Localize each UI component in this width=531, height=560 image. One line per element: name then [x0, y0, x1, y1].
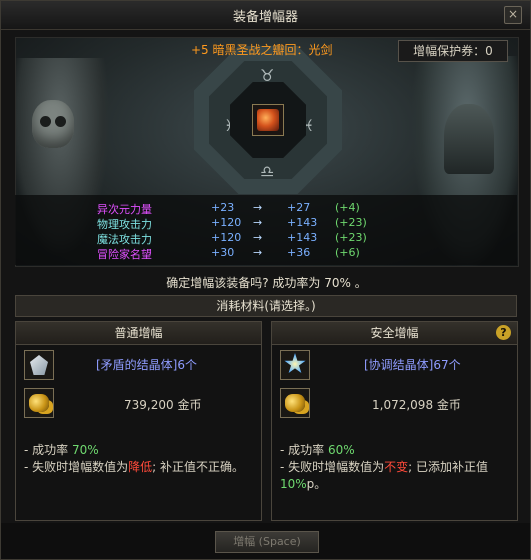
arrow-right-icon: →: [253, 201, 263, 214]
stat-changes: 异次元力量 +23 → +27 (+4) 物理攻击力 +120 → +143 (…: [15, 195, 517, 265]
stat-name: 冒险家名望: [97, 248, 152, 261]
normal-material: [矛盾的结晶体]6个: [96, 358, 197, 372]
stat-delta: (+4): [335, 201, 360, 214]
protection-ticket-count: 增幅保护券：0: [398, 40, 508, 62]
skull-icon: [32, 100, 74, 148]
rate-label: - 成功率: [280, 443, 328, 457]
bonus-suffix: p。: [306, 477, 327, 491]
stat-row: 冒险家名望 +30 → +36 (+6): [15, 246, 517, 261]
arrow-right-icon: →: [253, 231, 263, 244]
upgrade-button[interactable]: 增幅 (Space): [215, 531, 319, 553]
safe-upgrade-title: 安全增幅: [272, 322, 517, 345]
stat-to: +36: [287, 246, 311, 259]
hood-icon: [444, 104, 494, 174]
bonus-value: 10%: [280, 477, 307, 491]
rate-value: 70%: [71, 443, 99, 457]
safe-gold-cost: 1,072,098 金币: [372, 398, 461, 412]
confirm-text: 确定增幅该装备吗? 成功率为 70% 。: [166, 276, 367, 290]
item-slot[interactable]: [252, 104, 284, 136]
crystal-icon: [24, 350, 54, 380]
close-icon[interactable]: ×: [504, 6, 522, 24]
window-title: 装备增幅器: [232, 10, 298, 25]
stat-name: 物理攻击力: [97, 218, 152, 231]
stat-from: +23: [211, 201, 235, 214]
stat-delta: (+6): [335, 246, 360, 259]
rate-value: 60%: [327, 443, 355, 457]
safe-upgrade-panel[interactable]: 安全增幅 ? [协调结晶体]67个 1,072,098 金币 - 成功率 60%…: [271, 321, 518, 521]
stat-row: 魔法攻击力 +120 → +143 (+23): [15, 231, 517, 246]
normal-upgrade-panel[interactable]: 普通增幅 [矛盾的结晶体]6个 739,200 金币 - 成功率 70% - 失…: [15, 321, 262, 521]
title-bar[interactable]: 装备增幅器 ×: [1, 1, 530, 30]
safe-description: - 成功率 60% - 失败时增幅数值为不变; 已添加补正值 10%p。: [280, 442, 512, 493]
stat-to: +143: [287, 216, 318, 229]
rune-bottom-icon: ♎: [260, 162, 275, 181]
star-shape: [284, 353, 306, 374]
weapon-icon: [257, 109, 279, 131]
stat-to: +143: [287, 231, 318, 244]
item-name: +5 暗黑圣战之瓣回：光剑: [191, 43, 333, 57]
normal-upgrade-title: 普通增幅: [16, 322, 261, 345]
arrow-right-icon: →: [253, 216, 263, 229]
stat-from: +120: [211, 216, 242, 229]
star-crystal-icon: [280, 350, 310, 380]
fail-suffix: ; 补正值不正确。: [152, 460, 245, 474]
fail-suffix: ; 已添加补正值: [408, 460, 489, 474]
bottom-bar: 增幅 (Space): [1, 523, 530, 559]
stat-delta: (+23): [335, 231, 367, 244]
gold-coins-icon: [280, 388, 310, 418]
crystal-shape: [30, 355, 48, 375]
fail-label: - 失败时增幅数值为: [280, 460, 385, 474]
fail-value: 降低: [128, 460, 153, 474]
stat-row: 异次元力量 +23 → +27 (+4): [15, 201, 517, 216]
help-icon[interactable]: ?: [496, 325, 511, 340]
stat-name: 异次元力量: [97, 203, 152, 216]
normal-gold-cost: 739,200 金币: [124, 398, 202, 412]
stat-to: +27: [287, 201, 311, 214]
fail-value: 不变: [384, 460, 409, 474]
materials-title: 消耗材料(请选择。): [15, 295, 517, 317]
safe-material: [协调结晶体]67个: [364, 358, 461, 372]
stat-delta: (+23): [335, 216, 367, 229]
gold-coins-icon: [24, 388, 54, 418]
stat-row: 物理攻击力 +120 → +143 (+23): [15, 216, 517, 231]
stat-from: +30: [211, 246, 235, 259]
rate-label: - 成功率: [24, 443, 72, 457]
arrow-right-icon: →: [253, 246, 263, 259]
coins-shape: [285, 394, 305, 412]
stat-name: 魔法攻击力: [97, 233, 152, 246]
normal-description: - 成功率 70% - 失败时增幅数值为降低; 补正值不正确。: [24, 442, 256, 476]
coins-shape: [29, 394, 49, 412]
upgrade-window: 装备增幅器 × ♉ ♓ ♓ ♎ +5 暗黑圣战之瓣回：光剑 增幅保护券：0 异次…: [0, 0, 531, 560]
fail-label: - 失败时增幅数值为: [24, 460, 129, 474]
stat-from: +120: [211, 231, 242, 244]
